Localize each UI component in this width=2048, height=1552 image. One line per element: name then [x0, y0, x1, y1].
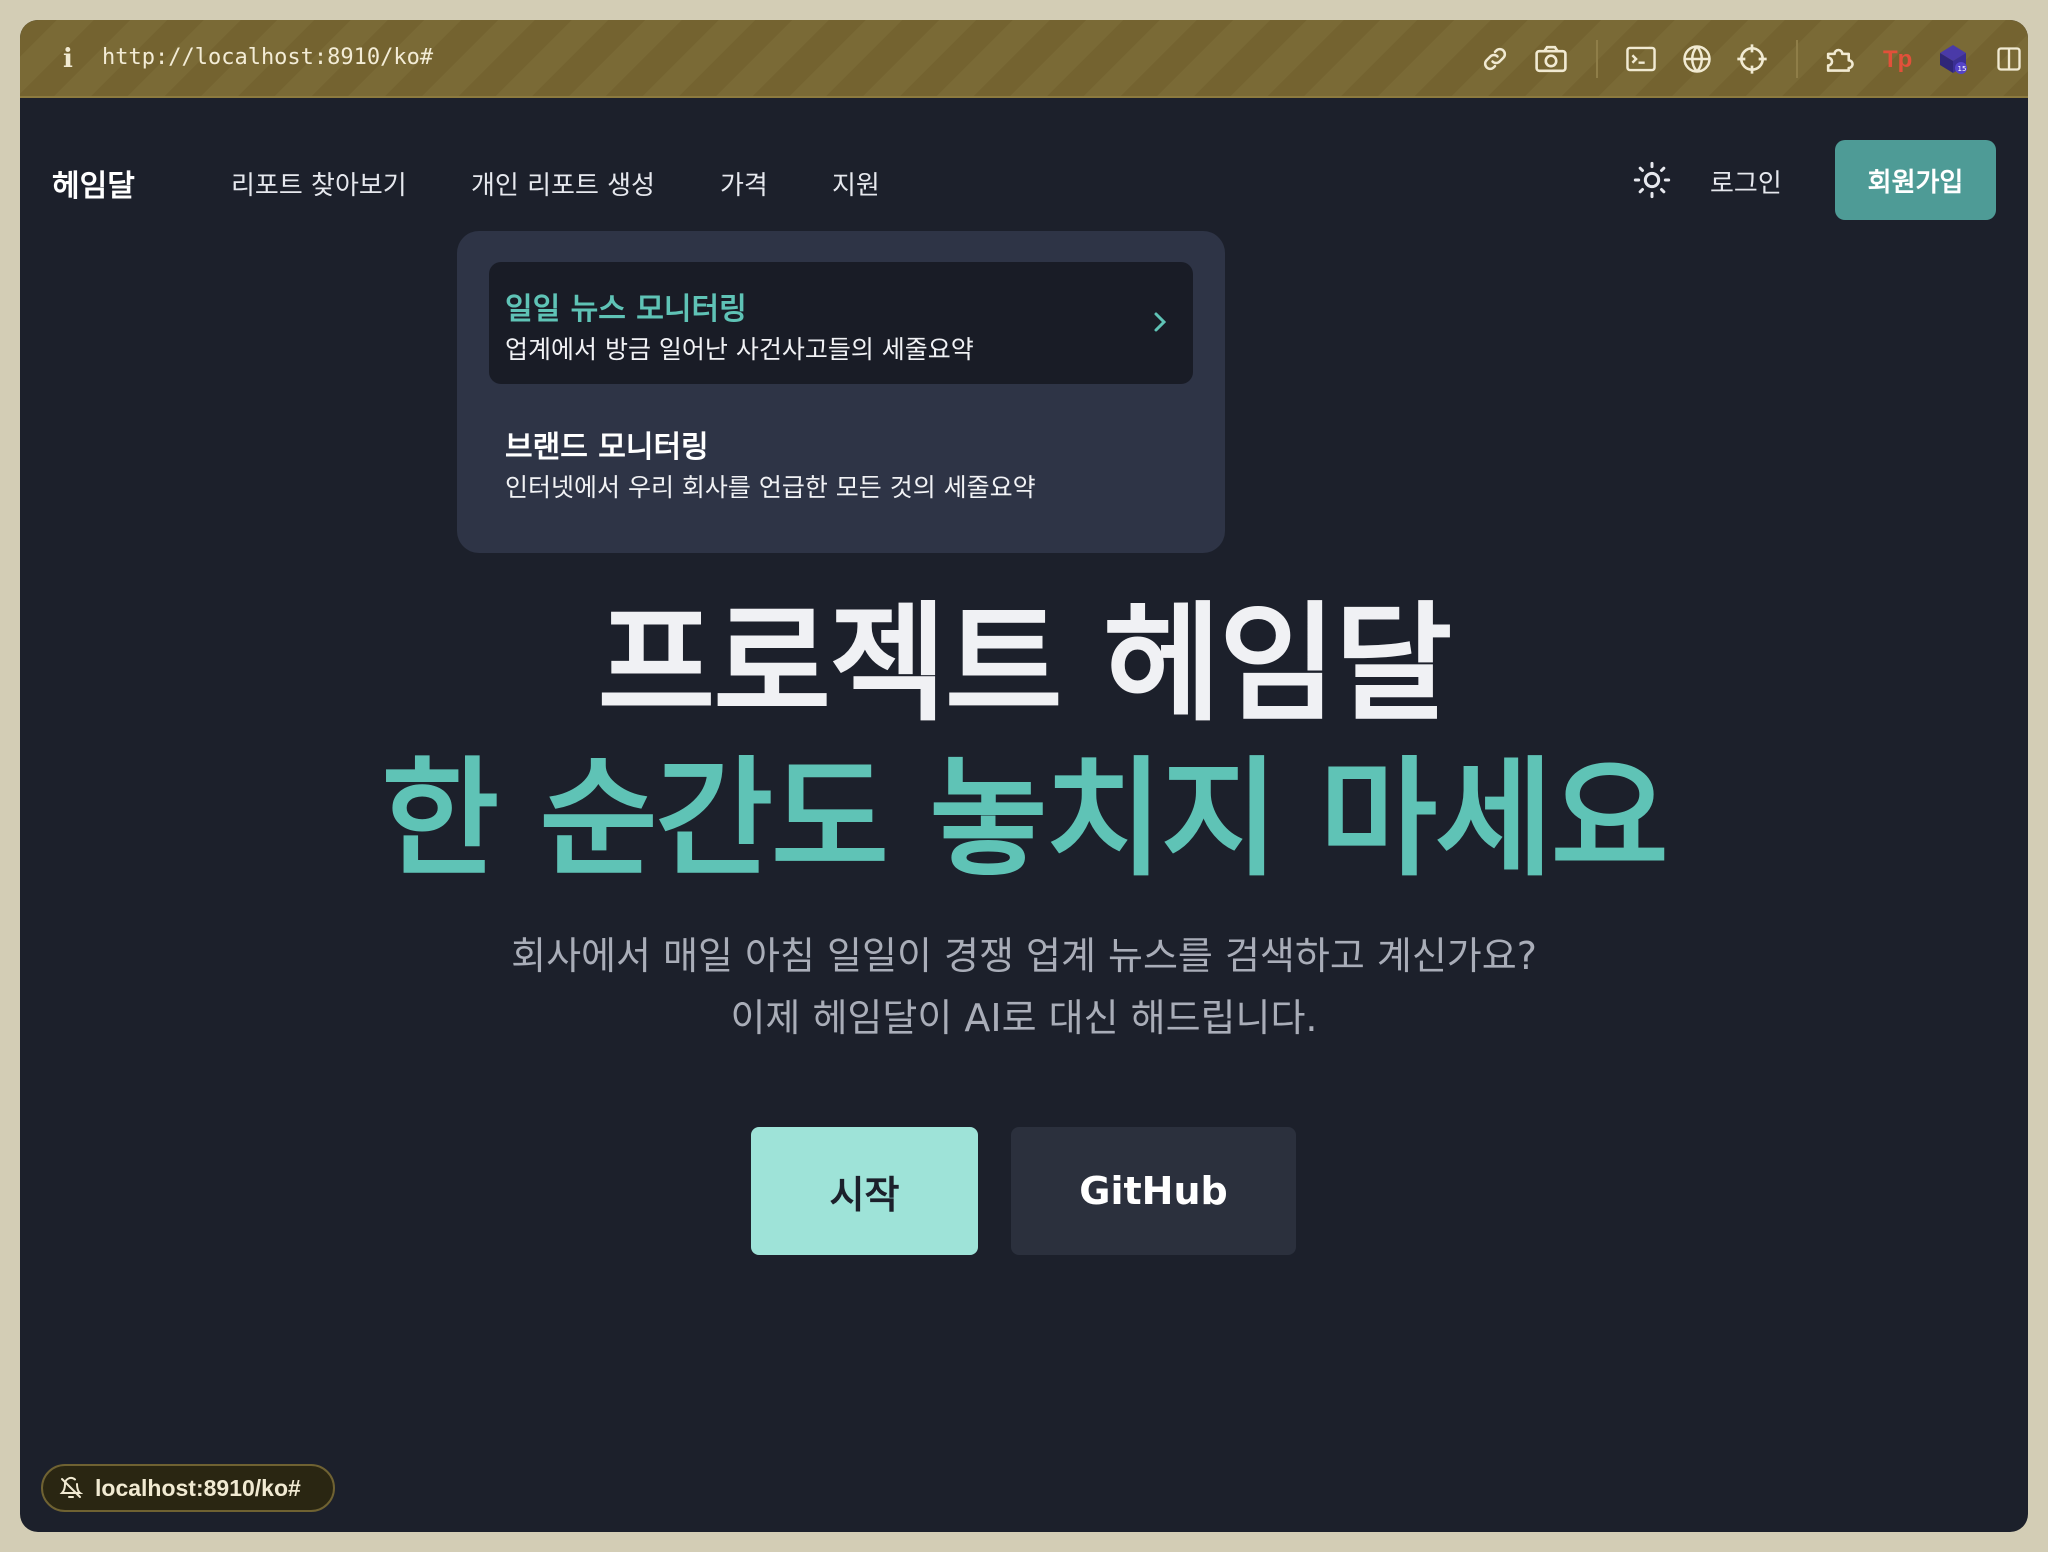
hero-description-line: 회사에서 매일 아침 일일이 경쟁 업계 뉴스를 검색하고 계신가요?: [511, 934, 1537, 978]
svg-text:15: 15: [1958, 65, 1967, 73]
nav-item-create-report[interactable]: 개인 리포트 생성: [471, 165, 655, 202]
hero-title: 프로젝트 헤임달: [597, 590, 1453, 739]
globe-icon[interactable]: [1678, 40, 1716, 78]
brand-logo[interactable]: 헤임달: [52, 161, 135, 205]
dropdown-item-daily-news[interactable]: 일일 뉴스 모니터링 업계에서 방금 일어난 사건사고들의 세줄요약: [489, 262, 1193, 384]
browser-toolbar: i http://localhost:8910/ko# Tp 15: [20, 20, 2028, 98]
crosshair-icon[interactable]: [1733, 40, 1771, 78]
login-link[interactable]: 로그인: [1710, 163, 1782, 200]
dropdown-item-title: 일일 뉴스 모니터링: [505, 292, 747, 327]
extension-cube-icon[interactable]: 15: [1934, 40, 1972, 78]
browser-window: i http://localhost:8910/ko# Tp 15 헤임달 리포…: [20, 20, 2028, 1532]
nav-item-browse-reports[interactable]: 리포트 찾아보기: [231, 165, 407, 202]
toolbar-divider: [1596, 40, 1598, 78]
info-icon[interactable]: i: [56, 44, 80, 74]
link-icon[interactable]: [1476, 40, 1514, 78]
dropdown-item-desc: 업계에서 방금 일어난 사건사고들의 세줄요약: [505, 335, 974, 364]
dropdown-item-title: 브랜드 모니터링: [505, 430, 709, 465]
bell-off-icon: [59, 1476, 83, 1498]
chevron-right-icon: [1149, 308, 1171, 336]
link-preview-status: localhost:8910/ko#: [41, 1464, 335, 1512]
hero-subtitle: 한 순간도 놓치지 마세요: [381, 745, 1668, 894]
nav-item-support[interactable]: 지원: [832, 165, 880, 202]
tp-extension-icon[interactable]: Tp: [1878, 40, 1916, 78]
dropdown-item-desc: 인터넷에서 우리 회사를 언급한 모든 것의 세줄요약: [505, 473, 1036, 502]
address-bar[interactable]: http://localhost:8910/ko#: [102, 45, 433, 70]
extensions-puzzle-icon[interactable]: [1822, 40, 1860, 78]
github-button[interactable]: GitHub: [1011, 1127, 1296, 1255]
hero-description-line: 이제 헤임달이 AI로 대신 해드립니다.: [730, 996, 1318, 1040]
signup-button[interactable]: 회원가입: [1835, 140, 1996, 220]
terminal-icon[interactable]: [1622, 40, 1660, 78]
nav-item-pricing[interactable]: 가격: [720, 165, 768, 202]
camera-icon[interactable]: [1532, 40, 1570, 78]
sidebar-toggle-icon[interactable]: [1990, 40, 2028, 78]
toolbar-divider: [1796, 40, 1798, 78]
reports-dropdown-menu: 일일 뉴스 모니터링 업계에서 방금 일어난 사건사고들의 세줄요약 브랜드 모…: [457, 231, 1225, 553]
sun-icon[interactable]: [1632, 160, 1672, 200]
status-url: localhost:8910/ko#: [95, 1474, 301, 1501]
start-button[interactable]: 시작: [751, 1127, 978, 1255]
hero-description: 회사에서 매일 아침 일일이 경쟁 업계 뉴스를 검색하고 계신가요? 이제 헤…: [20, 925, 2028, 1049]
svg-text:Tp: Tp: [1883, 46, 1912, 73]
dropdown-item-brand-monitoring[interactable]: 브랜드 모니터링 인터넷에서 우리 회사를 언급한 모든 것의 세줄요약: [489, 400, 1193, 522]
